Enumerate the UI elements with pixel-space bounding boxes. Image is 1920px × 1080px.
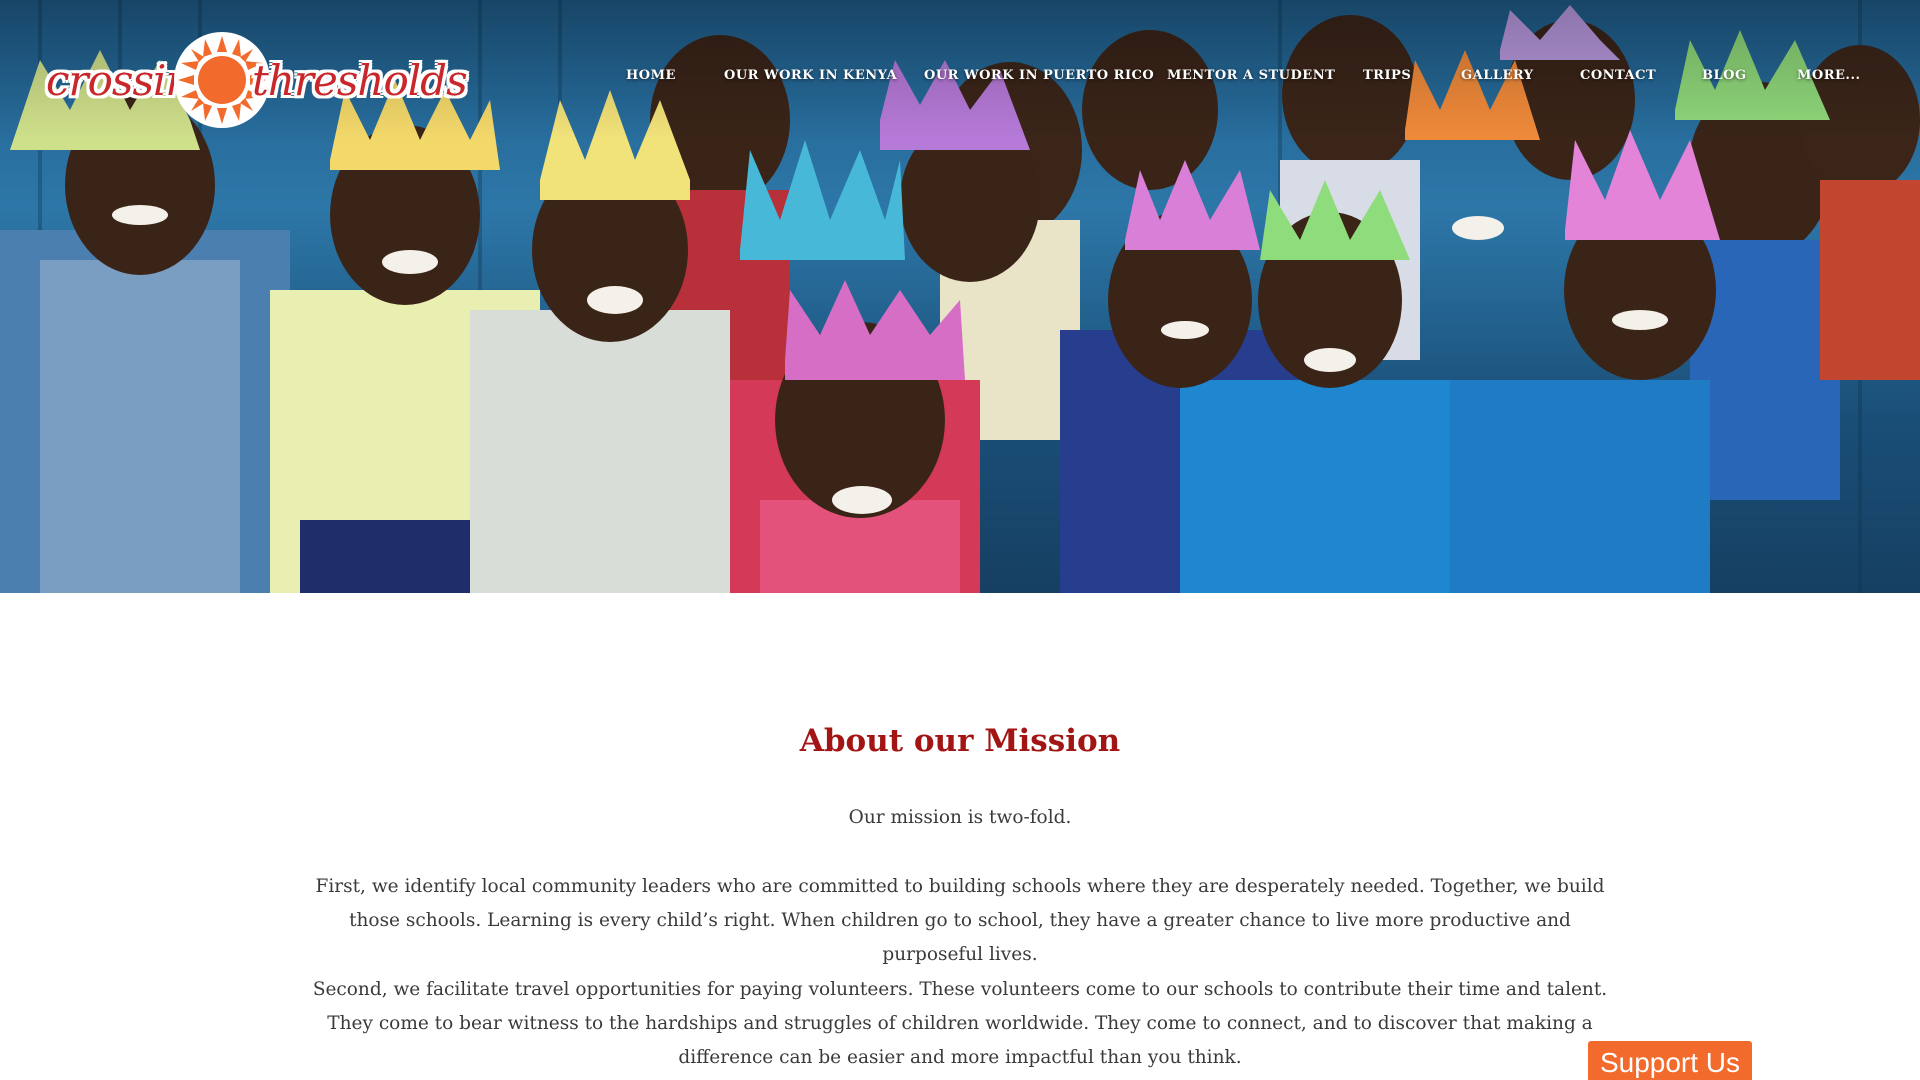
mission-paragraph-2: First, we identify local community leade…	[315, 876, 1605, 965]
nav-gallery[interactable]: GALLERY	[1461, 68, 1534, 83]
mission-section: About our Mission Our mission is two-fol…	[0, 593, 1920, 1080]
mission-paragraph-1: Our mission is two-fold.	[848, 807, 1072, 828]
nav-home[interactable]: HOME	[626, 68, 676, 83]
nav-mentor-a-student[interactable]: MENTOR A STUDENT	[1167, 68, 1335, 83]
main-nav: HOME OUR WORK IN KENYA OUR WORK IN PUERT…	[600, 68, 1900, 88]
site-logo[interactable]: crossing thresholds	[40, 30, 468, 130]
mission-title: About our Mission	[799, 723, 1121, 759]
nav-blog[interactable]: BLOG	[1702, 68, 1747, 83]
support-us-button[interactable]: Support Us	[1588, 1041, 1752, 1080]
nav-our-work-in-puerto-rico[interactable]: OUR WORK IN PUERTO RICO	[924, 68, 1154, 83]
mission-paragraph-3: Second, we facilitate travel opportuniti…	[312, 979, 1608, 1068]
nav-our-work-in-kenya[interactable]: OUR WORK IN KENYA	[724, 68, 897, 83]
nav-trips[interactable]: TRIPS	[1363, 68, 1411, 83]
logo-word-thresholds: thresholds	[252, 56, 468, 105]
nav-more[interactable]: MORE...	[1797, 68, 1861, 83]
nav-contact[interactable]: CONTACT	[1580, 68, 1656, 83]
